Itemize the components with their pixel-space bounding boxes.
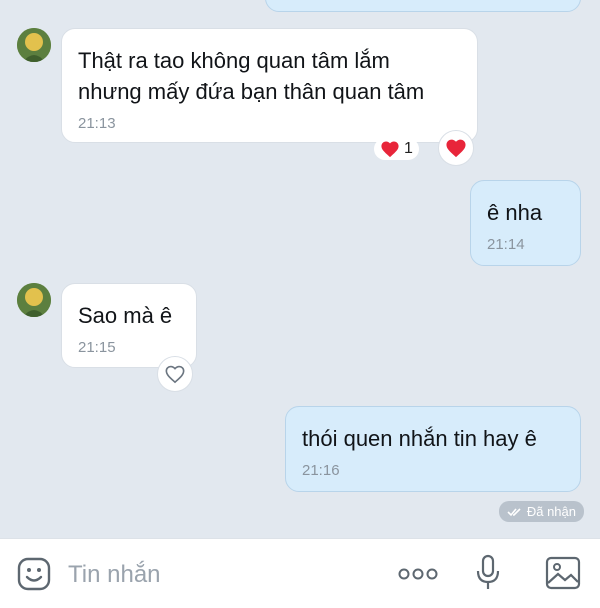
message-time: 21:16 (302, 462, 340, 479)
message-time: 21:13 (78, 115, 116, 132)
message-time: 21:15 (78, 339, 116, 356)
sticker-button[interactable] (16, 556, 52, 597)
chat-area[interactable]: Thật ra tao không quan tâm lắm nhưng mấy… (0, 0, 600, 538)
emoji-icon (17, 557, 51, 591)
react-button[interactable] (157, 356, 193, 392)
status-badge: Đã nhận (498, 501, 584, 522)
previous-message-bubble[interactable] (265, 0, 581, 12)
message-text: Thật ra tao không quan tâm lắm nhưng mấy… (78, 48, 425, 104)
message-bubble-outgoing[interactable]: thói quen nhắn tin hay ê 21:16 (285, 406, 581, 492)
heart-outline-icon (165, 365, 185, 384)
voice-record-button[interactable] (475, 554, 501, 597)
status-label: Đã nhận (526, 504, 576, 519)
heart-icon (446, 139, 466, 158)
reaction-count: 1 (404, 140, 413, 157)
more-icon (398, 568, 438, 580)
reaction-summary[interactable]: 1 (374, 138, 419, 160)
message-input[interactable]: Tin nhắn (68, 561, 161, 589)
contact-avatar[interactable] (17, 28, 51, 62)
message-text: Sao mà ê (78, 303, 173, 328)
react-button[interactable] (438, 130, 474, 166)
gallery-button[interactable] (545, 555, 581, 596)
message-text: thói quen nhắn tin hay ê (302, 426, 537, 451)
more-options-button[interactable] (397, 567, 439, 586)
microphone-icon (476, 554, 500, 589)
heart-icon (381, 141, 399, 158)
contact-avatar[interactable] (17, 283, 51, 317)
double-check-icon (507, 507, 521, 516)
message-bubble-incoming[interactable]: Thật ra tao không quan tâm lắm nhưng mấy… (61, 28, 478, 143)
message-bubble-outgoing[interactable]: ê nha 21:14 (470, 180, 581, 266)
image-icon (545, 556, 581, 590)
message-text: ê nha (487, 200, 543, 225)
composer-bar: Tin nhắn (0, 538, 600, 608)
message-time: 21:14 (487, 236, 525, 253)
